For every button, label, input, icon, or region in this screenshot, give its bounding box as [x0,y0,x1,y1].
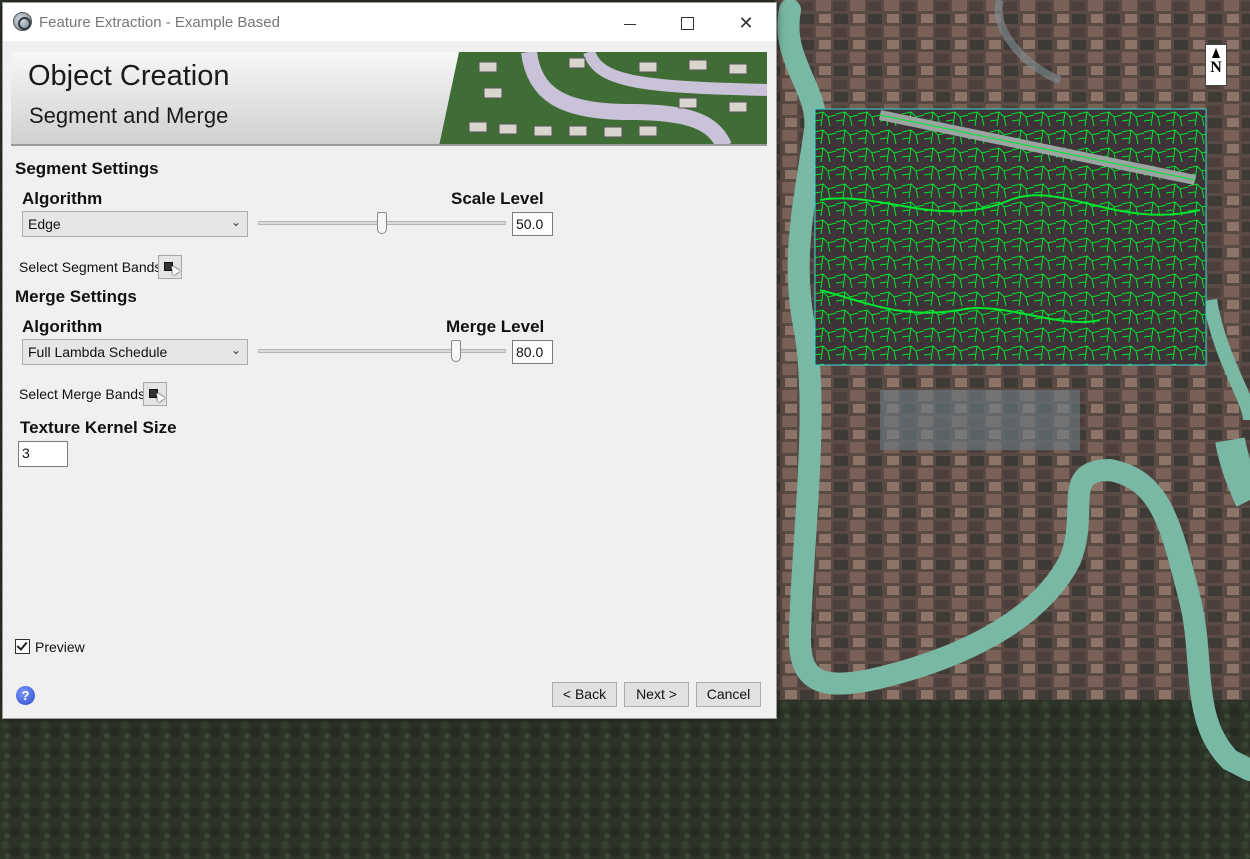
merge-algorithm-dropdown[interactable]: Full Lambda Schedule ⌄ [22,339,248,365]
step-title: Object Creation [28,60,230,92]
step-header-banner: Object Creation Segment and Merge [11,52,767,146]
merge-level-slider-track[interactable] [258,349,506,353]
north-arrow-label: N [1210,59,1222,76]
scale-level-label: Scale Level [451,189,544,208]
merge-level-label: Merge Level [446,317,545,336]
window-title: Feature Extraction - Example Based [39,14,280,31]
chevron-down-icon: ⌄ [230,343,241,357]
merge-settings-heading: Merge Settings [15,287,137,306]
merge-level-slider-handle[interactable] [451,340,462,362]
feature-extraction-dialog: Feature Extraction - Example Based ✕ Obj… [2,2,777,719]
checkmark-icon [16,639,28,651]
help-icon[interactable]: ? [16,686,35,705]
north-arrow-icon: N [1205,44,1227,86]
title-bar[interactable]: Feature Extraction - Example Based ✕ [3,3,776,41]
cancel-button[interactable]: Cancel [696,682,761,707]
scale-level-input[interactable]: 50.0 [512,212,553,236]
minimize-button[interactable] [607,9,653,37]
cursor-icon [153,390,165,403]
select-segment-bands-label: Select Segment Bands [19,259,162,275]
preview-checkbox[interactable] [15,639,30,654]
merge-level-input[interactable]: 80.0 [512,340,553,364]
preview-label: Preview [35,639,85,655]
next-button[interactable]: Next > [624,682,689,707]
envi-app-icon [13,12,32,31]
texture-kernel-size-label: Texture Kernel Size [20,418,177,437]
chevron-down-icon: ⌄ [230,215,241,229]
segment-settings-heading: Segment Settings [15,159,159,178]
close-button[interactable]: ✕ [723,9,769,37]
step-subtitle: Segment and Merge [29,103,229,128]
texture-kernel-size-input[interactable]: 3 [18,441,68,467]
select-merge-bands-label: Select Merge Bands [19,386,146,402]
cursor-icon [168,263,180,276]
segment-algorithm-dropdown[interactable]: Edge ⌄ [22,211,248,237]
suburban-aerial-image [439,52,767,144]
select-merge-bands-button[interactable] [143,382,167,406]
segment-algorithm-value: Edge [28,216,61,232]
maximize-button[interactable] [663,9,709,37]
back-button[interactable]: < Back [552,682,617,707]
scale-level-slider-handle[interactable] [377,212,387,234]
merge-algorithm-label: Algorithm [22,317,103,336]
merge-algorithm-value: Full Lambda Schedule [28,344,168,360]
segment-algorithm-label: Algorithm [22,189,103,208]
select-segment-bands-button[interactable] [158,255,182,279]
